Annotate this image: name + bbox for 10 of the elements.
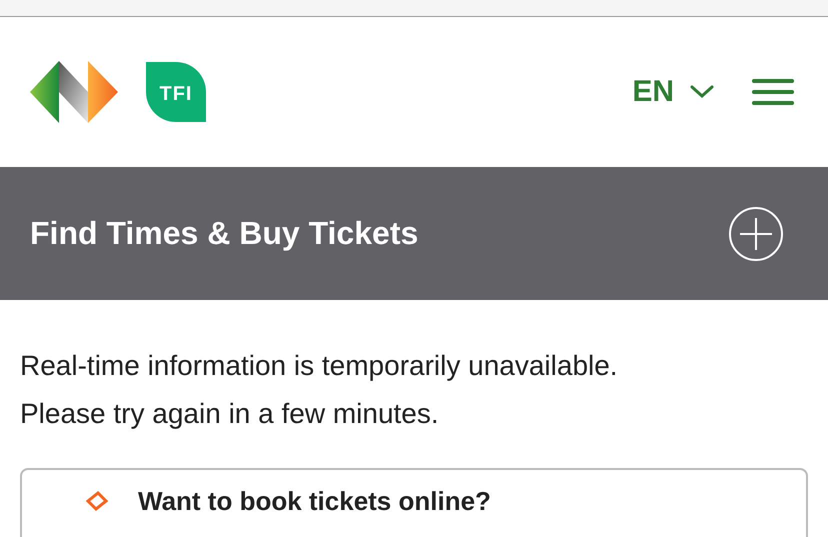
card-title: Want to book tickets online? [138,486,491,516]
language-selector[interactable]: EN [632,75,714,109]
triangle-logo-icon[interactable] [30,61,118,123]
menu-icon[interactable] [752,78,794,106]
expand-icon[interactable] [728,206,784,262]
chevron-down-icon [690,85,714,99]
notice-text: Real-time information is temporarily unavailable. [20,349,619,383]
tfi-logo-icon[interactable]: TFI [146,62,206,122]
banner-title: Find Times & Buy Tickets [30,215,418,252]
notice-text: Please try again in a few minutes. [20,397,440,431]
